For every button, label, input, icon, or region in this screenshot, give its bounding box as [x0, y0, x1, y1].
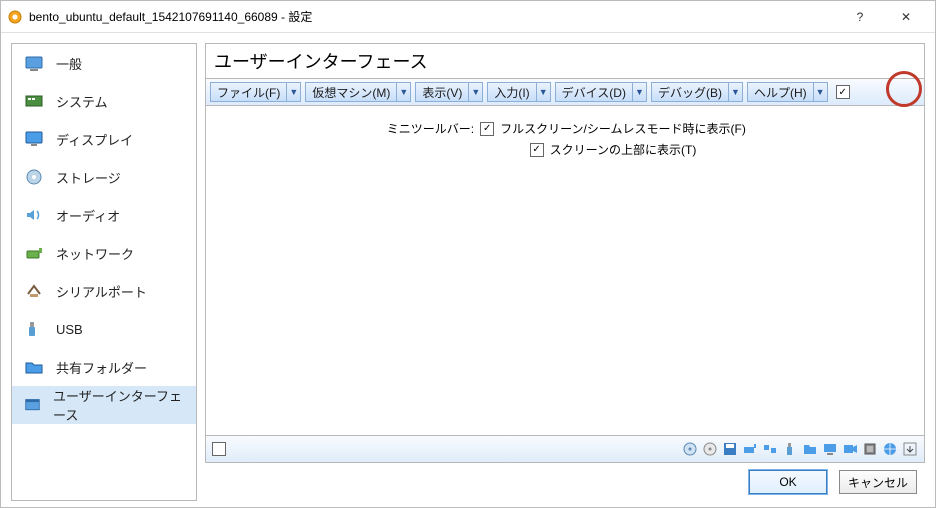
page-title: ユーザーインターフェース: [205, 43, 925, 78]
system-icon: [24, 92, 44, 110]
menu-dropdown-2[interactable]: ▼: [469, 82, 483, 102]
sidebar-item-storage[interactable]: ストレージ: [12, 158, 196, 196]
sidebar-item-label: シリアルポート: [56, 282, 147, 301]
sidebar-item-display[interactable]: ディスプレイ: [12, 120, 196, 158]
sidebar-item-label: 共有フォルダー: [56, 358, 147, 377]
menu-1[interactable]: 仮想マシン(M): [305, 82, 397, 102]
sidebar-item-usb[interactable]: USB: [12, 310, 196, 348]
statusbar-show-checkbox[interactable]: [212, 442, 226, 456]
serial-icon: [24, 282, 44, 300]
menu-4[interactable]: デバイス(D): [555, 82, 633, 102]
network-icon: [24, 244, 44, 262]
app-icon: [7, 9, 23, 25]
status-save-icon[interactable]: [722, 441, 738, 457]
sidebar-item-system[interactable]: システム: [12, 82, 196, 120]
close-button[interactable]: ✕: [883, 1, 929, 33]
menubar-show-checkbox[interactable]: ✓: [836, 85, 850, 99]
option-label-0: フルスクリーン/シームレスモード時に表示(F): [500, 120, 746, 137]
status-hdd-icon[interactable]: [682, 441, 698, 457]
shared-icon: [24, 358, 44, 376]
sidebar-item-label: USB: [56, 322, 83, 337]
sidebar-item-general[interactable]: 一般: [12, 44, 196, 82]
titlebar: bento_ubuntu_default_1542107691140_66089…: [1, 1, 935, 33]
sidebar-item-shared[interactable]: 共有フォルダー: [12, 348, 196, 386]
menu-0[interactable]: ファイル(F): [210, 82, 287, 102]
menu-5[interactable]: デバッグ(B): [651, 82, 729, 102]
sidebar-item-label: 一般: [56, 54, 82, 73]
dialog-footer: OK キャンセル: [205, 463, 925, 501]
menu-dropdown-0[interactable]: ▼: [287, 82, 301, 102]
audio-icon: [24, 206, 44, 224]
menu-2[interactable]: 表示(V): [415, 82, 469, 102]
status-usb-icon[interactable]: [782, 441, 798, 457]
status-disc-icon[interactable]: [702, 441, 718, 457]
status-folder-icon[interactable]: [802, 441, 818, 457]
menu-dropdown-1[interactable]: ▼: [397, 82, 411, 102]
options-area: ミニツールバー: ✓ フルスクリーン/シームレスモード時に表示(F) ✓ スクリ…: [205, 106, 925, 435]
ui-icon: [24, 396, 41, 414]
option-checkbox-1[interactable]: ✓: [530, 143, 544, 157]
status-network2-icon[interactable]: [762, 441, 778, 457]
sidebar-item-serial[interactable]: シリアルポート: [12, 272, 196, 310]
settings-sidebar: 一般システムディスプレイストレージオーディオネットワークシリアルポート USB 共有…: [11, 43, 197, 501]
storage-icon: [24, 168, 44, 186]
menu-dropdown-5[interactable]: ▼: [729, 82, 743, 102]
menu-dropdown-4[interactable]: ▼: [633, 82, 647, 102]
option-label-1: スクリーンの上部に表示(T): [550, 141, 697, 158]
status-arrow-icon[interactable]: [902, 441, 918, 457]
menu-dropdown-3[interactable]: ▼: [537, 82, 551, 102]
sidebar-item-label: ストレージ: [56, 168, 121, 187]
sidebar-item-label: オーディオ: [56, 206, 120, 225]
status-network1-icon[interactable]: [742, 441, 758, 457]
status-chip-icon[interactable]: [862, 441, 878, 457]
general-icon: [24, 54, 44, 72]
window-title: bento_ubuntu_default_1542107691140_66089…: [29, 8, 837, 25]
status-video-icon[interactable]: [842, 441, 858, 457]
sidebar-item-label: ユーザーインターフェース: [53, 386, 184, 424]
cancel-button[interactable]: キャンセル: [839, 470, 917, 494]
menu-dropdown-6[interactable]: ▼: [814, 82, 828, 102]
statusbar-config: [205, 435, 925, 463]
status-display2-icon[interactable]: [822, 441, 838, 457]
menu-6[interactable]: ヘルプ(H): [747, 82, 814, 102]
status-globe-icon[interactable]: [882, 441, 898, 457]
sidebar-item-audio[interactable]: オーディオ: [12, 196, 196, 234]
help-button[interactable]: ?: [837, 1, 883, 33]
mini-toolbar-label: ミニツールバー:: [384, 120, 474, 137]
option-checkbox-0[interactable]: ✓: [480, 122, 494, 136]
menubar-config: ファイル(F)▼仮想マシン(M)▼表示(V)▼入力(I)▼デバイス(D)▼デバッ…: [205, 78, 925, 106]
sidebar-item-label: ディスプレイ: [56, 130, 133, 149]
display-icon: [24, 130, 44, 148]
ok-button[interactable]: OK: [749, 470, 827, 494]
sidebar-item-label: システム: [56, 92, 108, 111]
sidebar-item-ui[interactable]: ユーザーインターフェース: [12, 386, 196, 424]
menu-3[interactable]: 入力(I): [487, 82, 536, 102]
usb-icon: [24, 320, 44, 338]
sidebar-item-network[interactable]: ネットワーク: [12, 234, 196, 272]
sidebar-item-label: ネットワーク: [56, 244, 134, 263]
